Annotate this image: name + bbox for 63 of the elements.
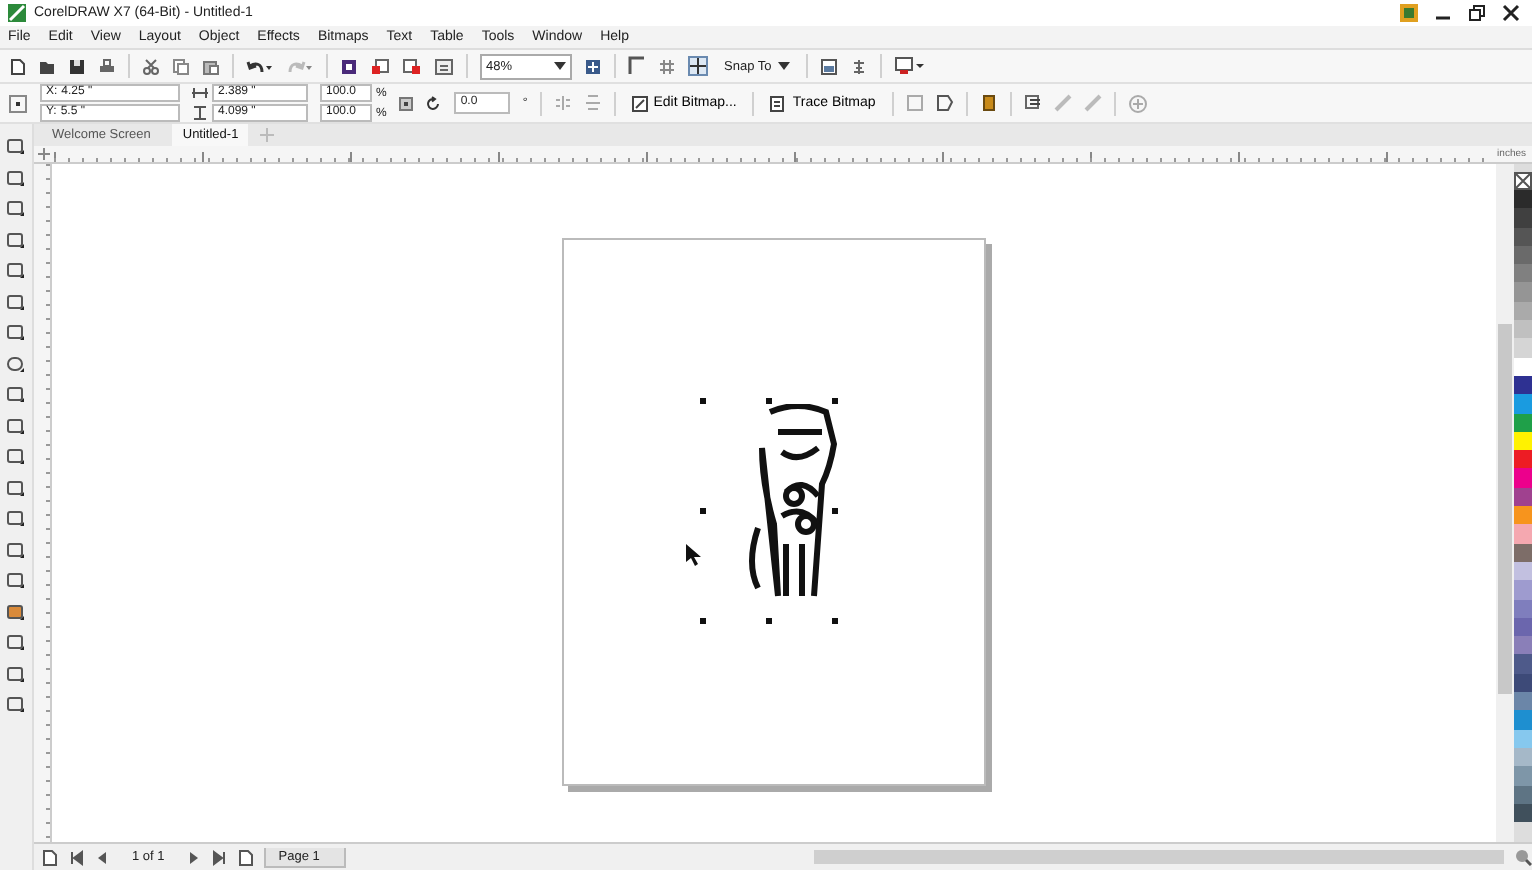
color-swatch[interactable] (1514, 506, 1532, 525)
selection-handle[interactable] (700, 618, 706, 624)
last-page-icon[interactable] (212, 849, 229, 865)
app-badge-icon[interactable] (1400, 4, 1418, 22)
mouse-cursor-icon (686, 544, 702, 566)
color-swatch[interactable] (1514, 450, 1532, 469)
printer-icon[interactable] (98, 57, 116, 75)
selection-handle[interactable] (832, 618, 838, 624)
navigator-icon[interactable] (1514, 848, 1532, 866)
color-swatch[interactable] (1514, 264, 1532, 283)
rotate-icon (426, 95, 443, 111)
color-swatch[interactable] (1514, 692, 1532, 711)
selection-handle[interactable] (700, 508, 706, 514)
copy-icon[interactable] (172, 57, 190, 75)
color-swatch[interactable] (1514, 468, 1532, 488)
no-color-swatch-icon[interactable] (1514, 172, 1532, 190)
edit-icon (631, 95, 648, 111)
undo-icon[interactable] (246, 57, 274, 75)
width-icon (192, 86, 208, 100)
caret-icon (777, 62, 790, 70)
new-document-icon[interactable] (8, 57, 26, 75)
color-swatch[interactable] (1514, 282, 1532, 302)
color-swatch[interactable] (1514, 654, 1532, 674)
horizontal-scrollbar[interactable] (814, 850, 1504, 864)
selection-handle[interactable] (700, 398, 706, 404)
folder-icon[interactable] (38, 57, 56, 75)
object-origin-icon[interactable] (8, 93, 28, 113)
rulers-icon[interactable] (628, 56, 646, 76)
color-swatch[interactable] (1514, 766, 1532, 785)
grid-icon[interactable] (658, 57, 676, 75)
color-swatch[interactable] (1514, 208, 1532, 228)
save-icon[interactable] (68, 57, 86, 75)
lock-ratio-icon[interactable] (398, 95, 415, 111)
color-swatch[interactable] (1514, 394, 1532, 414)
color-swatch[interactable] (1514, 190, 1532, 209)
selection-handle[interactable] (766, 398, 772, 404)
selection-handle[interactable] (832, 508, 838, 514)
export-icon[interactable] (402, 57, 422, 75)
import-icon[interactable] (370, 57, 390, 75)
paste-icon[interactable] (202, 57, 220, 75)
color-swatch[interactable] (1514, 524, 1532, 544)
ellipse-tool-icon[interactable] (6, 353, 26, 373)
color-swatch[interactable] (1514, 338, 1532, 358)
scissors-icon[interactable] (142, 57, 160, 75)
ruler-origin-icon[interactable] (36, 146, 52, 162)
previous-page-icon[interactable] (94, 849, 110, 865)
add-page-icon[interactable] (42, 849, 58, 865)
document-icon (770, 95, 787, 111)
caret-icon (554, 62, 566, 70)
color-swatch[interactable] (1514, 580, 1532, 600)
selection-handle[interactable] (766, 618, 772, 624)
color-swatch[interactable] (1514, 320, 1532, 339)
add-page-icon[interactable] (238, 849, 255, 865)
close-icon[interactable] (1502, 4, 1520, 22)
selection-handle[interactable] (832, 398, 838, 404)
restore-icon[interactable] (1468, 4, 1486, 22)
color-swatch[interactable] (1514, 710, 1532, 730)
height-icon (192, 106, 208, 120)
guidelines-icon[interactable] (688, 56, 708, 76)
next-page-icon[interactable] (186, 849, 203, 865)
color-swatch[interactable] (1514, 636, 1532, 655)
full-screen-preview-icon[interactable] (584, 57, 602, 75)
first-page-icon[interactable] (68, 849, 84, 865)
